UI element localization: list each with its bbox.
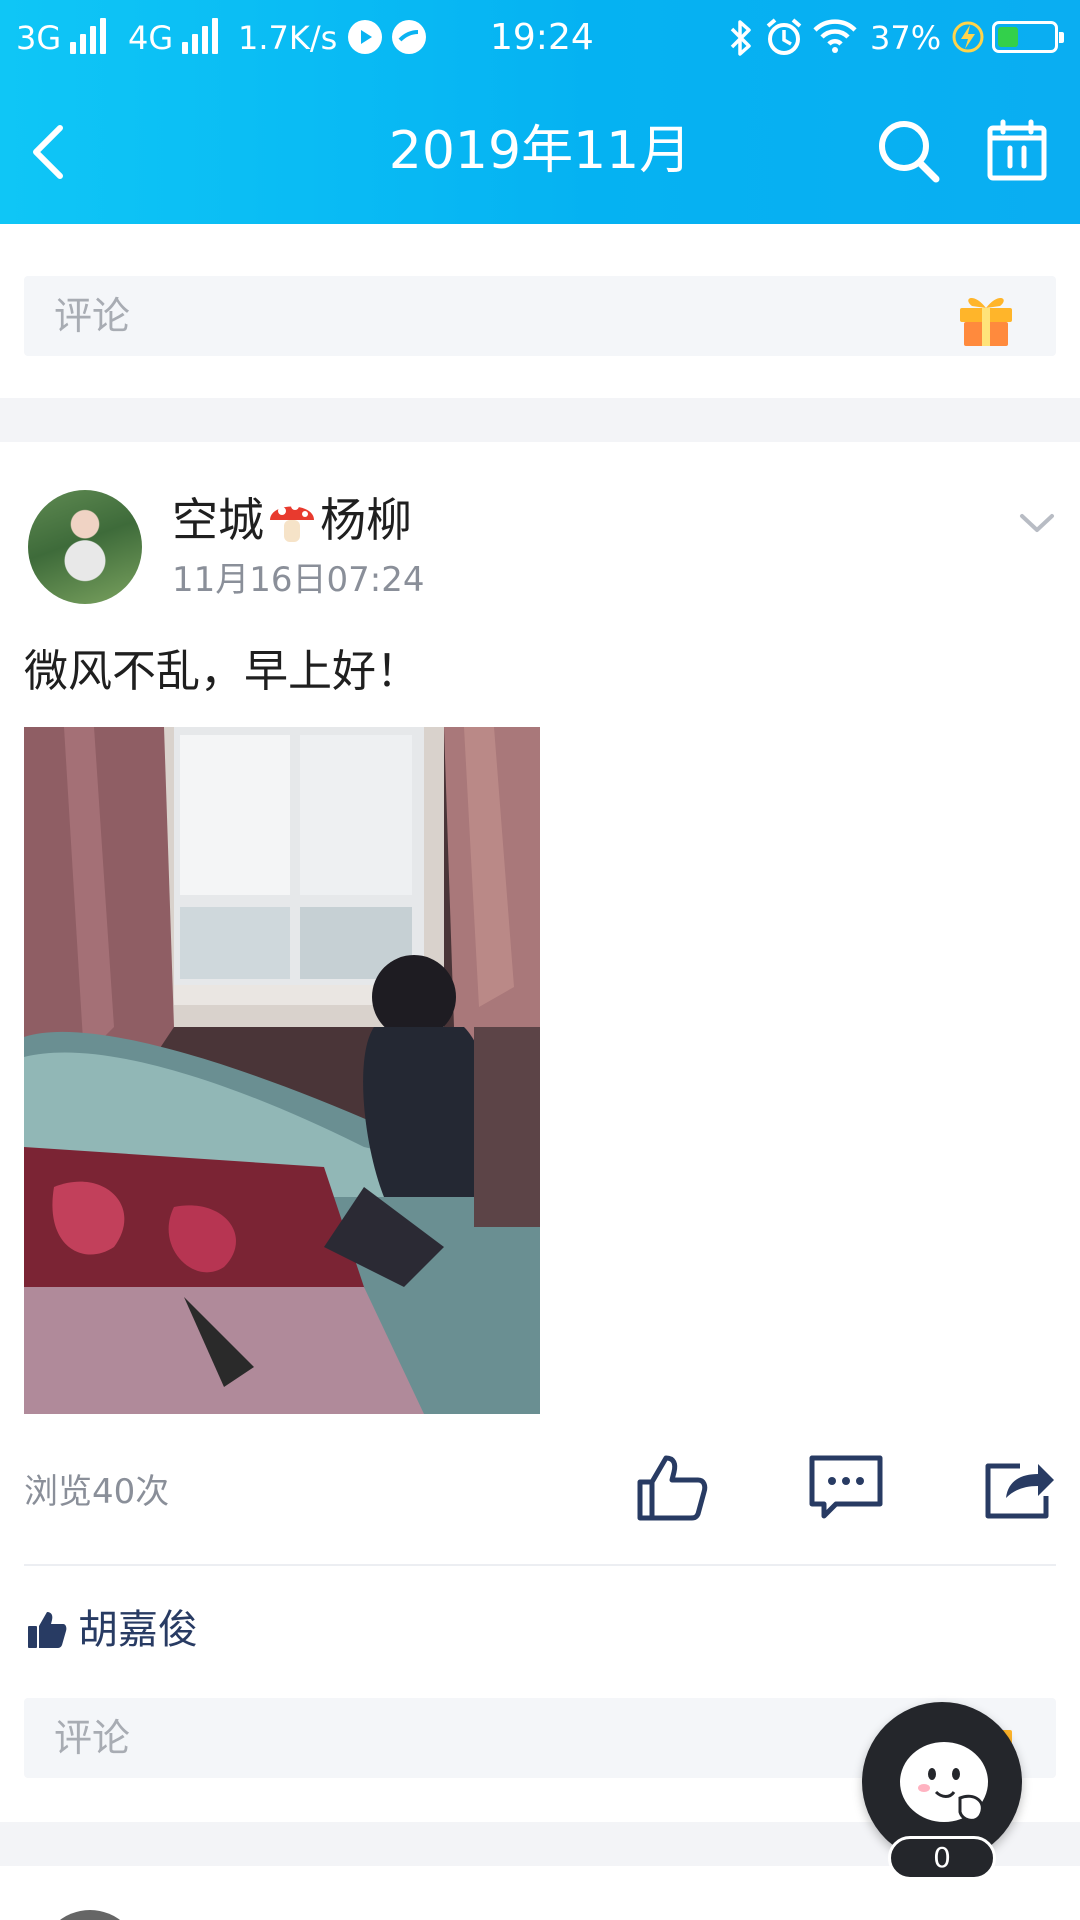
- post-separator: [0, 398, 1080, 442]
- mushroom-icon: [270, 502, 314, 542]
- network-speed: 1.7K/s: [238, 19, 338, 57]
- liker-name[interactable]: 胡嘉俊: [78, 1604, 198, 1656]
- screen: 3G 4G 1.7K/s 19:24 37% 2019年11月 评论 空城 杨柳…: [0, 0, 1080, 1920]
- battery-icon: [992, 21, 1064, 53]
- liked-thumb-icon: [28, 1612, 67, 1648]
- comment-placeholder: 评论: [54, 1716, 131, 1760]
- signal-2-icon: [182, 18, 218, 54]
- comment-icon[interactable]: [808, 1452, 884, 1524]
- author-name-part1: 空城: [172, 493, 264, 547]
- prev-comment-input[interactable]: 评论: [24, 276, 1056, 356]
- nav-bar: 2019年11月: [0, 76, 1080, 224]
- avatar[interactable]: [28, 490, 142, 604]
- view-count: 浏览40次: [24, 1472, 170, 1512]
- status-bar: 3G 4G 1.7K/s 19:24 37%: [0, 0, 1080, 76]
- post-timestamp: 11月16日07:24: [172, 560, 425, 600]
- play-circle-icon: [348, 20, 382, 54]
- post-photo[interactable]: [24, 727, 540, 1414]
- calendar-icon[interactable]: [986, 118, 1048, 182]
- header: 3G 4G 1.7K/s 19:24 37% 2019年11月: [0, 0, 1080, 224]
- signal-1-icon: [70, 18, 106, 54]
- gift-icon[interactable]: [954, 286, 1018, 350]
- search-icon[interactable]: [876, 116, 942, 186]
- likes-row: 胡嘉俊: [26, 1604, 198, 1656]
- alarm-icon: [766, 18, 802, 55]
- author-name-part2: 杨柳: [320, 493, 412, 547]
- battery-fill: [998, 27, 1018, 47]
- bluetooth-icon: [730, 20, 751, 56]
- comment-placeholder: 评论: [54, 294, 131, 338]
- network-4g-label: 4G: [128, 19, 174, 57]
- battery-percent: 37%: [870, 19, 942, 57]
- divider: [24, 1564, 1056, 1566]
- post-text: 微风不乱，早上好！: [24, 646, 420, 697]
- browser-icon: [392, 20, 426, 54]
- next-post-avatar[interactable]: [40, 1910, 140, 1920]
- thumbs-up-icon[interactable]: [634, 1452, 710, 1524]
- clock: 19:24: [490, 17, 594, 58]
- wifi-icon: [813, 19, 857, 53]
- floating-count-badge: 0: [888, 1836, 996, 1880]
- post-photo-image: [24, 727, 540, 1414]
- charging-icon: [952, 21, 984, 53]
- share-icon[interactable]: [982, 1452, 1058, 1524]
- network-3g-label: 3G: [16, 19, 62, 57]
- chevron-down-icon[interactable]: [1016, 506, 1058, 540]
- author-name[interactable]: 空城 杨柳: [172, 492, 412, 548]
